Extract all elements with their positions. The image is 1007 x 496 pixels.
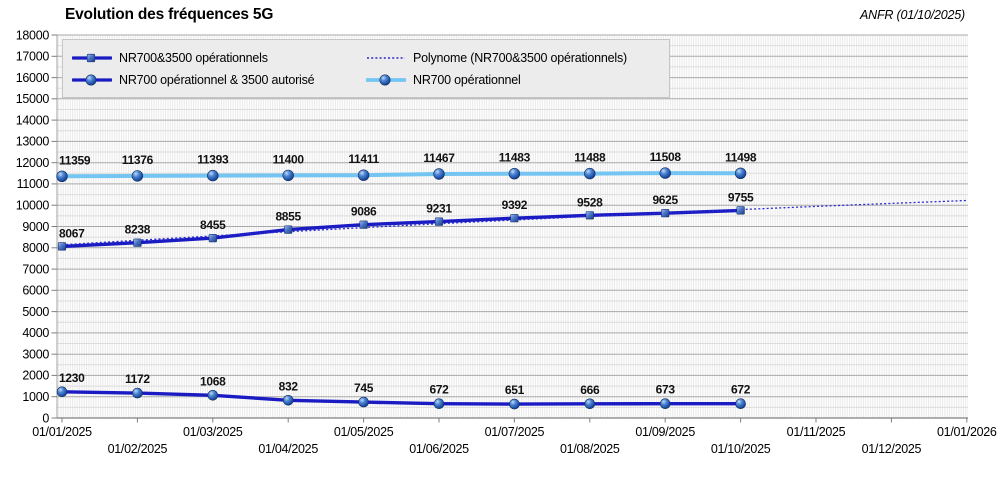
svg-text:9625: 9625 <box>652 193 678 207</box>
svg-text:4000: 4000 <box>22 326 49 340</box>
svg-text:8455: 8455 <box>200 218 226 232</box>
svg-text:01/09/2025: 01/09/2025 <box>635 425 695 439</box>
x-axis: 01/01/2025 01/02/2025 01/03/2025 01/04/2025… <box>32 417 997 456</box>
svg-text:11488: 11488 <box>574 151 606 165</box>
svg-text:01/02/2025: 01/02/2025 <box>108 442 168 456</box>
svg-text:17000: 17000 <box>16 50 50 64</box>
legend-item: NR700 opérationnel <box>366 72 660 88</box>
svg-text:0: 0 <box>42 411 49 425</box>
svg-text:01/12/2025: 01/12/2025 <box>862 442 922 456</box>
svg-text:3000: 3000 <box>22 348 49 362</box>
svg-text:11483: 11483 <box>499 151 531 165</box>
svg-text:11467: 11467 <box>423 151 455 165</box>
legend-item: NR700 opérationnel & 3500 autorisé <box>72 72 366 88</box>
dotted-trendline-icon <box>366 50 406 66</box>
legend-item: Polynome (NR700&3500 opérationnels) <box>366 50 660 66</box>
svg-text:01/07/2025: 01/07/2025 <box>485 425 545 439</box>
svg-text:8000: 8000 <box>22 241 49 255</box>
svg-text:01/04/2025: 01/04/2025 <box>258 442 318 456</box>
svg-text:14000: 14000 <box>16 113 50 127</box>
svg-text:11411: 11411 <box>348 152 379 166</box>
svg-text:01/01/2025: 01/01/2025 <box>32 425 92 439</box>
legend-label: NR700 opérationnel & 3500 autorisé <box>119 72 315 87</box>
svg-text:11000: 11000 <box>17 177 50 191</box>
svg-text:8238: 8238 <box>125 223 151 237</box>
svg-text:1000: 1000 <box>22 390 49 404</box>
legend-label: NR700 opérationnel <box>413 72 521 87</box>
chart-window: 18000 17000 16000 15000 14000 13000 12000 11000… <box>0 0 1007 496</box>
legend-label: Polynome (NR700&3500 opérationnels) <box>413 50 627 65</box>
sphere-marker-lightline-icon <box>366 72 406 88</box>
legend-label: NR700&3500 opérationnels <box>119 50 268 65</box>
svg-text:666: 666 <box>580 383 600 397</box>
svg-text:651: 651 <box>505 383 525 397</box>
svg-text:1068: 1068 <box>200 374 226 388</box>
svg-text:672: 672 <box>429 383 449 397</box>
svg-text:11508: 11508 <box>650 150 682 164</box>
sphere-marker-line-icon <box>72 72 112 88</box>
svg-text:9231: 9231 <box>426 202 452 216</box>
svg-text:2000: 2000 <box>22 369 49 383</box>
svg-text:1172: 1172 <box>125 372 150 386</box>
svg-text:01/03/2025: 01/03/2025 <box>183 425 243 439</box>
chart-title: Evolution des fréquences 5G <box>65 6 274 23</box>
svg-text:9086: 9086 <box>351 205 377 219</box>
legend: NR700&3500 opérationnels Polynome (NR700… <box>62 39 670 98</box>
svg-text:01/06/2025: 01/06/2025 <box>409 442 469 456</box>
svg-text:9000: 9000 <box>22 220 49 234</box>
svg-text:01/10/2025: 01/10/2025 <box>711 442 771 456</box>
svg-text:01/08/2025: 01/08/2025 <box>560 442 620 456</box>
svg-text:11498: 11498 <box>725 150 757 164</box>
svg-text:11400: 11400 <box>273 152 305 166</box>
svg-text:5000: 5000 <box>22 305 49 319</box>
svg-text:16000: 16000 <box>16 71 50 85</box>
svg-text:11393: 11393 <box>197 153 229 167</box>
svg-text:672: 672 <box>731 383 751 397</box>
svg-text:9528: 9528 <box>577 195 603 209</box>
svg-text:01/11/2025: 01/11/2025 <box>787 425 846 439</box>
svg-text:8067: 8067 <box>59 226 85 240</box>
svg-text:7000: 7000 <box>22 262 49 276</box>
svg-text:15000: 15000 <box>16 92 50 106</box>
svg-text:01/05/2025: 01/05/2025 <box>334 425 394 439</box>
legend-item: NR700&3500 opérationnels <box>72 50 366 66</box>
svg-text:6000: 6000 <box>22 284 49 298</box>
svg-text:01/01/2026: 01/01/2026 <box>937 425 997 439</box>
y-axis: 18000 17000 16000 15000 14000 13000 12000 11000… <box>16 28 58 425</box>
svg-text:673: 673 <box>656 383 676 397</box>
svg-text:11376: 11376 <box>122 153 154 167</box>
source-note: ANFR (01/10/2025) <box>860 8 965 22</box>
svg-text:1230: 1230 <box>59 371 85 385</box>
svg-text:10000: 10000 <box>16 199 50 213</box>
svg-text:11359: 11359 <box>59 153 91 167</box>
svg-text:12000: 12000 <box>16 156 50 170</box>
svg-text:9392: 9392 <box>502 198 528 212</box>
svg-text:9755: 9755 <box>728 190 754 204</box>
svg-text:8855: 8855 <box>275 210 301 224</box>
svg-text:745: 745 <box>354 381 374 395</box>
square-marker-line-icon <box>72 50 112 66</box>
svg-text:13000: 13000 <box>16 135 50 149</box>
svg-text:832: 832 <box>279 379 299 393</box>
svg-text:18000: 18000 <box>16 28 50 42</box>
